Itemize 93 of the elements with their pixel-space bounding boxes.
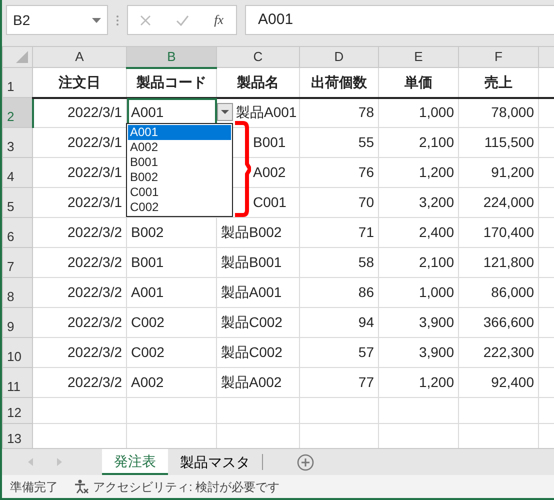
table-cell: 2022/3/2	[32, 368, 126, 398]
row-header[interactable]: 3	[2, 128, 32, 158]
row-header[interactable]: 2	[2, 98, 32, 128]
table-cell: 2022/3/2	[32, 338, 126, 368]
table-cell: 2022/3/2	[32, 248, 126, 278]
table-cell: 86,000	[458, 278, 538, 308]
table-cell: 1,000	[378, 98, 458, 128]
table-cell: 2022/3/1	[32, 98, 126, 128]
table-cell: 1,000	[378, 278, 458, 308]
dropdown-arrow-icon	[221, 110, 229, 114]
table-cell: 71	[300, 218, 378, 248]
table-cell: 2022/3/2	[32, 278, 126, 308]
column-header[interactable]: D	[300, 46, 378, 68]
table-cell: 製品C002	[216, 308, 300, 338]
table-cell: 115,500	[458, 128, 538, 158]
table-cell: 76	[300, 158, 378, 188]
column-header[interactable]: E	[378, 46, 458, 68]
row-header[interactable]: 4	[2, 158, 32, 188]
table-cell: 91,200	[458, 158, 538, 188]
table-cell: 70	[300, 188, 378, 218]
table-cell: 製品A001	[216, 278, 300, 308]
insert-function-button[interactable]: fx	[214, 10, 224, 30]
row-header[interactable]: 7	[2, 248, 32, 278]
cell-reference: B2	[13, 10, 30, 30]
row-header[interactable]: 13	[2, 424, 32, 448]
table-cell: 224,000	[458, 188, 538, 218]
column-header[interactable]: C	[216, 46, 300, 68]
table-cell: 86	[300, 278, 378, 308]
dropdown-option[interactable]: A001	[128, 125, 231, 140]
table-cell: 製品C002	[216, 338, 300, 368]
row-header[interactable]: 9	[2, 308, 32, 338]
column-title: 売上	[458, 68, 538, 98]
sheet-tab[interactable]: 発注表	[102, 449, 168, 475]
table-cell: 製品B001	[216, 248, 300, 278]
table-cell: 77	[300, 368, 378, 398]
column-title: 出荷個数	[300, 68, 378, 98]
column-header[interactable]: A	[32, 46, 126, 68]
table-cell: 58	[300, 248, 378, 278]
next-sheet-icon[interactable]	[57, 458, 62, 466]
dropdown-arrow-icon	[92, 18, 101, 22]
table-cell: 57	[300, 338, 378, 368]
column-header[interactable]: B	[126, 46, 216, 68]
add-sheet-icon[interactable]	[297, 454, 314, 470]
table-cell: 92,400	[458, 368, 538, 398]
column-header[interactable]: F	[458, 46, 538, 68]
column-title: 単価	[378, 68, 458, 98]
accessibility-status[interactable]: アクセシビリティ: 検討が必要です	[93, 478, 280, 496]
table-cell: 94	[300, 308, 378, 338]
row-header[interactable]: 10	[2, 338, 32, 368]
table-cell: 3,900	[378, 308, 458, 338]
divider-handle-icon[interactable]	[116, 14, 119, 26]
table-cell: 製品A002	[216, 368, 300, 398]
table-cell: 366,600	[458, 308, 538, 338]
row-header[interactable]: 8	[2, 278, 32, 308]
table-cell: B001	[126, 248, 216, 278]
table-cell: 78	[300, 98, 378, 128]
row-header[interactable]: 12	[2, 398, 32, 424]
table-cell: 1,200	[378, 368, 458, 398]
row-header[interactable]: 1	[2, 68, 32, 98]
sheet-tab[interactable]: 製品マスタ	[168, 449, 262, 475]
formula-field[interactable]: A001	[245, 5, 554, 35]
row-header[interactable]: 6	[2, 218, 32, 248]
table-cell: 222,300	[458, 338, 538, 368]
status-text: 準備完了	[10, 478, 58, 496]
table-cell: C002	[126, 308, 216, 338]
previous-sheet-icon[interactable]	[28, 458, 33, 466]
table-cell: A001	[126, 278, 216, 308]
row-header[interactable]: 5	[2, 188, 32, 218]
table-cell: 3,900	[378, 338, 458, 368]
table-cell: 3,200	[378, 188, 458, 218]
table-cell: 製品B002	[216, 218, 300, 248]
column-title: 製品名	[216, 68, 300, 98]
table-cell: 1,200	[378, 158, 458, 188]
table-cell: 55	[300, 128, 378, 158]
table-cell: 121,800	[458, 248, 538, 278]
table-cell: 78,000	[458, 98, 538, 128]
select-all-icon[interactable]	[16, 51, 28, 63]
table-cell: 2,400	[378, 218, 458, 248]
column-title: 製品コード	[126, 68, 216, 98]
table-cell: 2,100	[378, 128, 458, 158]
table-cell: A002	[126, 368, 216, 398]
table-cell: C002	[126, 338, 216, 368]
table-cell: 2022/3/2	[32, 218, 126, 248]
table-cell: 2,100	[378, 248, 458, 278]
column-title: 注文日	[32, 68, 126, 98]
enter-check-icon[interactable]	[176, 14, 190, 26]
cancel-icon[interactable]	[140, 14, 152, 26]
name-box[interactable]: B2	[6, 5, 108, 35]
dropdown-button[interactable]	[217, 103, 233, 121]
table-cell: 2022/3/2	[32, 308, 126, 338]
table-cell: 170,400	[458, 218, 538, 248]
accessibility-icon[interactable]	[74, 479, 89, 494]
row-header[interactable]: 11	[2, 368, 32, 398]
